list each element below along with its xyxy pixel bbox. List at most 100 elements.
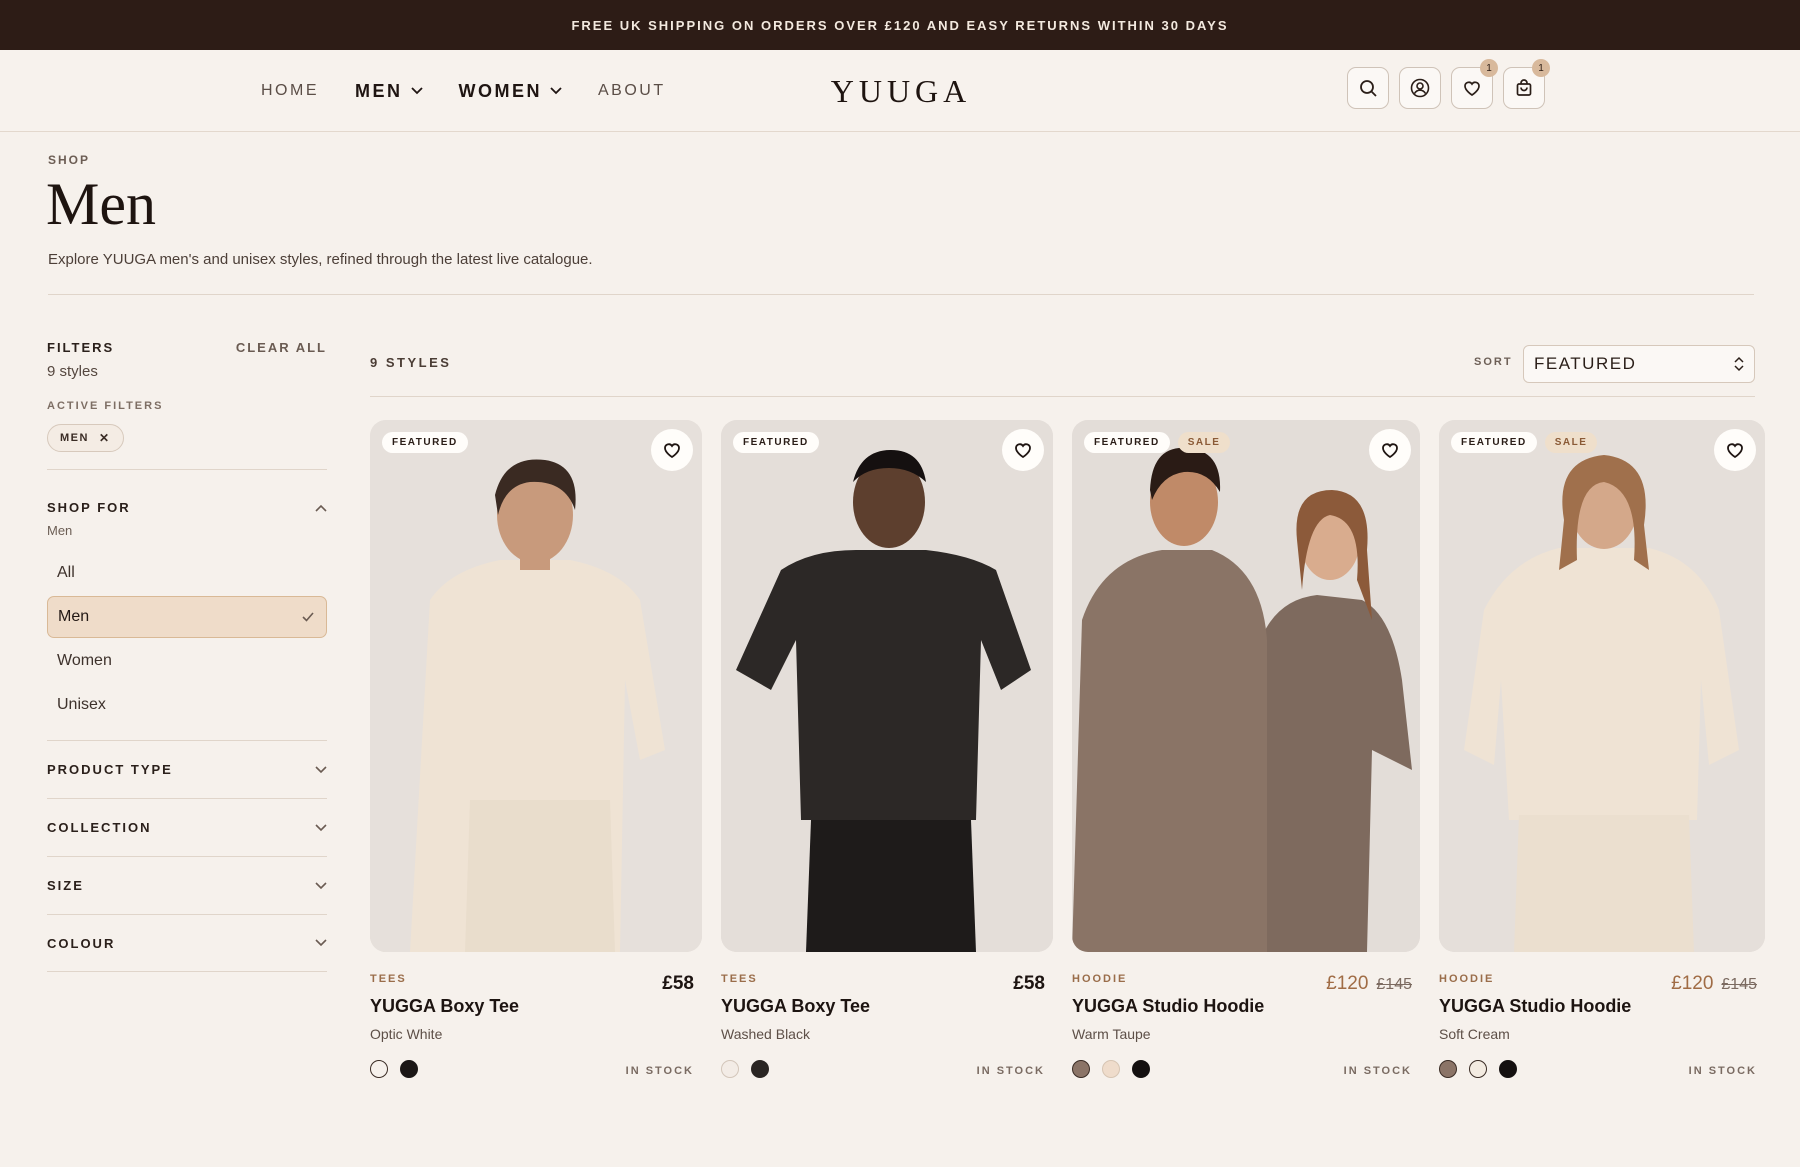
chevron-down-icon xyxy=(410,87,423,95)
swatch-white[interactable] xyxy=(721,1060,739,1078)
color-swatches xyxy=(1072,1060,1162,1078)
featured-tag: FEATURED xyxy=(1451,432,1537,453)
search-icon xyxy=(1360,80,1377,97)
results-count: 9 STYLES xyxy=(370,355,452,370)
brand-logo-link[interactable]: YUUGA xyxy=(831,73,972,110)
shop-for-title: SHOP FOR xyxy=(47,500,131,515)
wishlist-toggle[interactable] xyxy=(1002,429,1044,471)
color-swatches xyxy=(1439,1060,1529,1078)
featured-tag: FEATURED xyxy=(733,432,819,453)
model-photo-figure xyxy=(721,420,1053,952)
nav-women-label: WOMEN xyxy=(458,80,542,101)
wishlist-button[interactable]: 1 xyxy=(1451,59,1498,109)
nav-home-label: HOME xyxy=(261,82,319,99)
account-button[interactable] xyxy=(1399,67,1441,109)
chevron-down-icon xyxy=(550,87,562,95)
shop-for-option-women[interactable]: Women xyxy=(47,640,327,682)
product-card[interactable]: FEATURED TEES £58 YUGGA Boxy Tee Washed … xyxy=(721,420,1053,1078)
breadcrumb[interactable]: SHOP xyxy=(48,153,90,167)
swatch-optic-white[interactable] xyxy=(370,1060,388,1078)
shop-for-option-unisex[interactable]: Unisex xyxy=(47,684,327,726)
heart-icon xyxy=(1727,443,1743,459)
product-variant: Soft Cream xyxy=(1439,1026,1510,1042)
chevron-down-icon xyxy=(315,881,327,889)
sale-tag: SALE xyxy=(1177,432,1231,453)
swatch-soft-cream[interactable] xyxy=(1469,1060,1487,1078)
option-label: Men xyxy=(58,608,90,625)
product-card[interactable]: FEATURED TEES £58 YUGGA Boxy Tee Optic W… xyxy=(370,420,702,1078)
product-price: £58 xyxy=(1013,973,1045,995)
shop-for-section: SHOP FOR Men All Men Women Unisex xyxy=(47,500,327,726)
shop-for-current: Men xyxy=(47,523,73,538)
active-filters-label: ACTIVE FILTERS xyxy=(47,400,164,412)
nav-men[interactable]: MEN xyxy=(355,81,423,102)
option-label: Unisex xyxy=(57,696,106,713)
price-current: £120 xyxy=(1671,973,1714,994)
product-card[interactable]: FEATURED SALE HOODIE £120 £145 YUGGA Stud… xyxy=(1439,420,1765,1078)
nav-men-label: MEN xyxy=(355,80,403,101)
shop-for-option-all[interactable]: All xyxy=(47,552,327,594)
product-price: £58 xyxy=(662,973,694,995)
product-name[interactable]: YUGGA Studio Hoodie xyxy=(1439,996,1631,1017)
filter-product-type[interactable]: PRODUCT TYPE xyxy=(47,740,327,798)
filter-size[interactable]: SIZE xyxy=(47,856,327,914)
swatch-black[interactable] xyxy=(1132,1060,1150,1078)
product-price: £120 £145 xyxy=(1671,973,1757,995)
shop-for-toggle[interactable]: SHOP FOR xyxy=(47,500,327,515)
filter-label: PRODUCT TYPE xyxy=(47,762,173,777)
nav-about[interactable]: ABOUT xyxy=(598,82,666,100)
chevron-down-icon xyxy=(315,765,327,773)
site-header: HOME MEN WOMEN ABOUT YUUGA 1 1 xyxy=(0,50,1800,132)
chevron-up-icon xyxy=(315,504,327,512)
shop-for-options: All Men Women Unisex xyxy=(47,552,327,726)
price-original: £145 xyxy=(1376,976,1412,993)
divider xyxy=(47,469,327,470)
shop-for-option-men[interactable]: Men xyxy=(47,596,327,638)
product-name[interactable]: YUGGA Boxy Tee xyxy=(370,996,519,1017)
price-original: £145 xyxy=(1721,976,1757,993)
active-filter-chip[interactable]: MEN ✕ xyxy=(47,424,124,452)
product-image[interactable]: FEATURED xyxy=(370,420,702,952)
swatch-warm-taupe[interactable] xyxy=(1072,1060,1090,1078)
product-name[interactable]: YUGGA Boxy Tee xyxy=(721,996,870,1017)
nav-women[interactable]: WOMEN xyxy=(459,81,563,102)
product-image[interactable]: FEATURED xyxy=(721,420,1053,952)
swatch-taupe[interactable] xyxy=(1439,1060,1457,1078)
product-card[interactable]: FEATURED SALE HOODIE £120 £145 YUGGA Stud… xyxy=(1072,420,1420,1078)
filter-label: COLOUR xyxy=(47,935,116,951)
featured-tag: FEATURED xyxy=(1084,432,1170,453)
product-tags: FEATURED xyxy=(382,432,476,453)
cart-button[interactable]: 1 xyxy=(1503,59,1550,109)
swatch-black[interactable] xyxy=(1499,1060,1517,1078)
clear-all-button[interactable]: CLEAR ALL xyxy=(236,340,327,355)
heart-icon xyxy=(1015,443,1031,459)
product-tags: FEATURED SALE xyxy=(1451,432,1605,453)
filter-collection[interactable]: COLLECTION xyxy=(47,798,327,856)
product-name[interactable]: YUGGA Studio Hoodie xyxy=(1072,996,1264,1017)
price-current: £58 xyxy=(662,973,694,994)
color-swatches xyxy=(721,1060,781,1078)
nav-home[interactable]: HOME xyxy=(261,82,319,100)
color-swatches xyxy=(370,1060,430,1078)
check-icon xyxy=(302,612,314,622)
product-image[interactable]: FEATURED SALE xyxy=(1439,420,1765,952)
swatch-black[interactable] xyxy=(400,1060,418,1078)
wishlist-toggle[interactable] xyxy=(1714,429,1756,471)
swatch-cream[interactable] xyxy=(1102,1060,1120,1078)
swatch-washed-black[interactable] xyxy=(751,1060,769,1078)
model-photo-figure xyxy=(1072,420,1420,952)
product-tags: FEATURED xyxy=(733,432,827,453)
product-category: TEES xyxy=(721,973,758,985)
nav-about-label: ABOUT xyxy=(598,82,666,99)
wishlist-toggle[interactable] xyxy=(651,429,693,471)
wishlist-toggle[interactable] xyxy=(1369,429,1411,471)
product-image[interactable]: FEATURED SALE xyxy=(1072,420,1420,952)
stock-status: IN STOCK xyxy=(976,1065,1045,1077)
product-category: HOODIE xyxy=(1072,973,1128,985)
sort-select[interactable]: FEATURED xyxy=(1523,345,1755,383)
search-button[interactable] xyxy=(1347,67,1389,109)
filter-colour[interactable]: COLOUR xyxy=(47,914,327,972)
product-tags: FEATURED SALE xyxy=(1084,432,1238,453)
close-icon[interactable]: ✕ xyxy=(99,431,111,445)
active-filter-chip-label: MEN xyxy=(60,432,89,444)
